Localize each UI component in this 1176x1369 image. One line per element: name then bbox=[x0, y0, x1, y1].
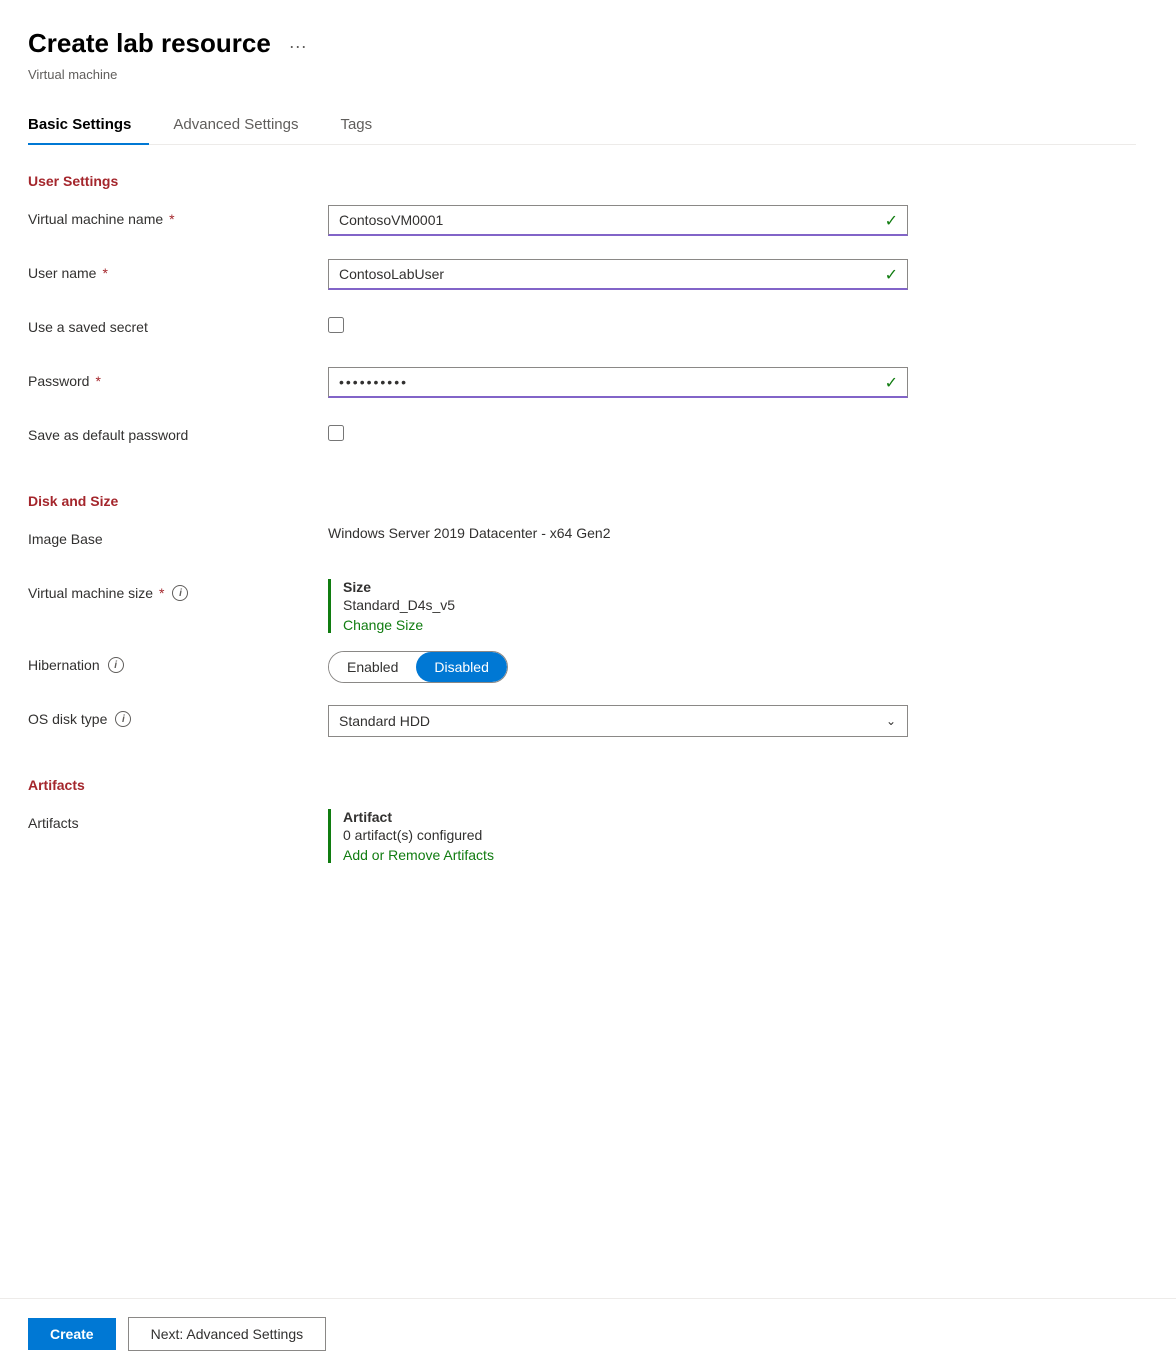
password-checkmark-icon: ✓ bbox=[885, 373, 898, 393]
save-password-label: Save as default password bbox=[28, 421, 328, 443]
saved-secret-control bbox=[328, 313, 908, 333]
save-password-checkbox[interactable] bbox=[328, 425, 344, 441]
hibernation-label: Hibernation i bbox=[28, 651, 328, 673]
saved-secret-row: Use a saved secret bbox=[28, 313, 1136, 349]
artifacts-row: Artifacts Artifact 0 artifact(s) configu… bbox=[28, 809, 1136, 863]
footer: Create Next: Advanced Settings bbox=[0, 1298, 1176, 1369]
username-required-star: * bbox=[102, 265, 107, 281]
vm-name-required-star: * bbox=[169, 211, 174, 227]
password-control: ✓ bbox=[328, 367, 908, 398]
vm-size-label: Virtual machine size * i bbox=[28, 579, 328, 601]
image-base-value: Windows Server 2019 Datacenter - x64 Gen… bbox=[328, 525, 908, 541]
tab-tags[interactable]: Tags bbox=[340, 106, 390, 145]
saved-secret-checkbox[interactable] bbox=[328, 317, 344, 333]
username-label: User name * bbox=[28, 259, 328, 281]
save-password-checkbox-wrapper bbox=[328, 421, 908, 441]
os-disk-control: Standard HDD Standard SSD Premium SSD ⌄ bbox=[328, 705, 908, 737]
artifacts-section-title: Artifacts bbox=[28, 777, 1136, 793]
artifacts-label: Artifacts bbox=[28, 809, 328, 831]
disk-size-section-title: Disk and Size bbox=[28, 493, 1136, 509]
next-advanced-settings-button[interactable]: Next: Advanced Settings bbox=[128, 1317, 327, 1351]
image-base-row: Image Base Windows Server 2019 Datacente… bbox=[28, 525, 1136, 561]
save-password-row: Save as default password bbox=[28, 421, 1136, 457]
os-disk-label: OS disk type i bbox=[28, 705, 328, 727]
user-settings-section-title: User Settings bbox=[28, 173, 1136, 189]
artifact-count: 0 artifact(s) configured bbox=[343, 827, 908, 843]
create-button[interactable]: Create bbox=[28, 1318, 116, 1350]
hibernation-row: Hibernation i Enabled Disabled bbox=[28, 651, 1136, 687]
username-input[interactable] bbox=[328, 259, 908, 290]
hibernation-info-icon[interactable]: i bbox=[108, 657, 124, 673]
password-label: Password * bbox=[28, 367, 328, 389]
password-row: Password * ✓ bbox=[28, 367, 1136, 403]
change-size-link[interactable]: Change Size bbox=[343, 617, 908, 633]
username-checkmark-icon: ✓ bbox=[885, 265, 898, 285]
os-disk-select[interactable]: Standard HDD Standard SSD Premium SSD bbox=[328, 705, 908, 737]
tab-advanced-settings[interactable]: Advanced Settings bbox=[173, 106, 316, 145]
hibernation-enabled-option[interactable]: Enabled bbox=[329, 652, 416, 682]
save-password-control bbox=[328, 421, 908, 441]
hibernation-control: Enabled Disabled bbox=[328, 651, 908, 683]
size-heading: Size bbox=[343, 579, 908, 595]
vm-size-info-icon[interactable]: i bbox=[172, 585, 188, 601]
vm-size-control: Size Standard_D4s_v5 Change Size bbox=[328, 579, 908, 633]
image-base-static: Windows Server 2019 Datacenter - x64 Gen… bbox=[328, 519, 610, 541]
username-input-wrapper: ✓ bbox=[328, 259, 908, 290]
vm-name-checkmark-icon: ✓ bbox=[885, 211, 898, 231]
vm-size-required-star: * bbox=[159, 585, 164, 601]
password-required-star: * bbox=[95, 373, 100, 389]
image-base-label: Image Base bbox=[28, 525, 328, 547]
add-remove-artifacts-link[interactable]: Add or Remove Artifacts bbox=[343, 847, 908, 863]
vm-name-control: ✓ bbox=[328, 205, 908, 236]
artifacts-control: Artifact 0 artifact(s) configured Add or… bbox=[328, 809, 908, 863]
tabs-bar: Basic Settings Advanced Settings Tags bbox=[28, 106, 1136, 145]
os-disk-row: OS disk type i Standard HDD Standard SSD… bbox=[28, 705, 1136, 741]
vm-name-label: Virtual machine name * bbox=[28, 205, 328, 227]
size-value: Standard_D4s_v5 bbox=[343, 597, 908, 613]
vm-name-input[interactable] bbox=[328, 205, 908, 236]
os-disk-select-wrapper: Standard HDD Standard SSD Premium SSD ⌄ bbox=[328, 705, 908, 737]
username-control: ✓ bbox=[328, 259, 908, 290]
password-input[interactable] bbox=[328, 367, 908, 398]
vm-name-input-wrapper: ✓ bbox=[328, 205, 908, 236]
password-input-wrapper: ✓ bbox=[328, 367, 908, 398]
username-row: User name * ✓ bbox=[28, 259, 1136, 295]
os-disk-info-icon[interactable]: i bbox=[115, 711, 131, 727]
ellipsis-menu-button[interactable]: ··· bbox=[289, 36, 307, 57]
tab-basic-settings[interactable]: Basic Settings bbox=[28, 106, 149, 145]
artifact-heading: Artifact bbox=[343, 809, 908, 825]
saved-secret-checkbox-wrapper bbox=[328, 313, 908, 333]
vm-name-row: Virtual machine name * ✓ bbox=[28, 205, 1136, 241]
vm-size-block: Size Standard_D4s_v5 Change Size bbox=[328, 579, 908, 633]
hibernation-disabled-option[interactable]: Disabled bbox=[416, 652, 506, 682]
page-subtitle: Virtual machine bbox=[28, 67, 1136, 82]
hibernation-toggle-group: Enabled Disabled bbox=[328, 651, 508, 683]
vm-size-row: Virtual machine size * i Size Standard_D… bbox=[28, 579, 1136, 633]
saved-secret-label: Use a saved secret bbox=[28, 313, 328, 335]
page-title: Create lab resource bbox=[28, 28, 271, 59]
artifact-block: Artifact 0 artifact(s) configured Add or… bbox=[328, 809, 908, 863]
